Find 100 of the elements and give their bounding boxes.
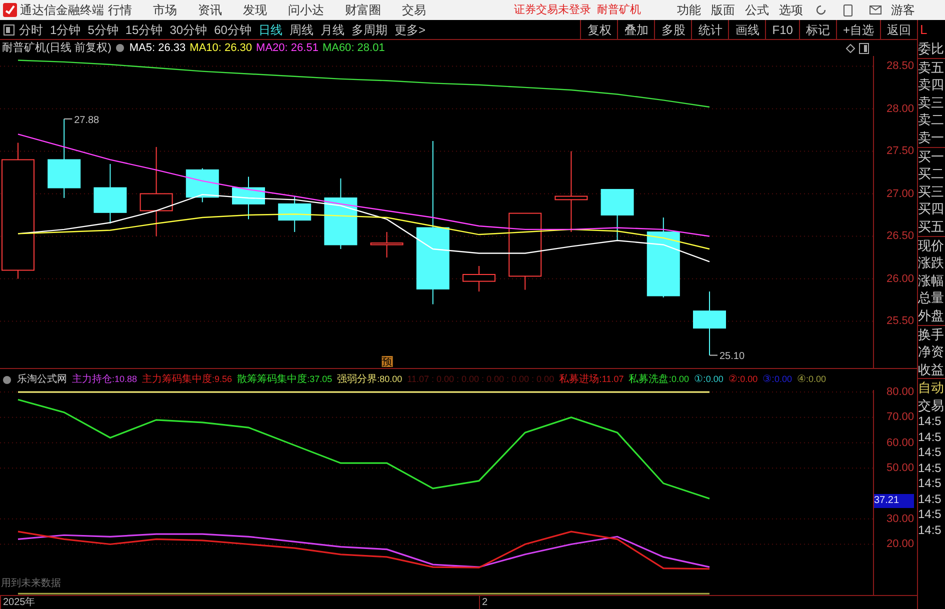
candlestick [186, 168, 219, 203]
mail-icon[interactable] [869, 5, 882, 15]
toolbar-button[interactable]: 叠加 [617, 20, 654, 39]
period-tab[interactable]: 15分钟 [125, 20, 163, 38]
quote-label: 涨跌 [918, 254, 945, 272]
period-tab[interactable]: 日线 [258, 20, 282, 38]
toolbar-button[interactable]: F10 [765, 20, 799, 39]
auto-label: 自动 [918, 379, 945, 397]
menu-item[interactable]: 交易 [402, 1, 426, 19]
axis-label: 27.00 [886, 188, 914, 200]
candlestick [462, 265, 496, 292]
app-logo-icon [3, 3, 17, 17]
menu-item[interactable]: 问小达 [288, 1, 324, 19]
period-tab[interactable]: 1分钟 [50, 20, 81, 38]
panel-header: L [919, 21, 928, 39]
quote-label: 卖一 [918, 128, 945, 147]
axis-label: 60.00 [886, 436, 914, 449]
quote-label: 卖四 [918, 76, 945, 94]
period-tab[interactable]: 30分钟 [170, 20, 208, 38]
toolbar-button[interactable]: 画线 [728, 20, 766, 39]
axis-label: 30.00 [886, 512, 914, 525]
trade-time: 14:5 [918, 414, 942, 430]
menu-item[interactable]: 行情 [108, 1, 132, 19]
toolbar-button[interactable]: 返回 [880, 20, 917, 39]
chart-title: 耐普矿机(日线 前复权) [2, 40, 112, 56]
legend-value: 11.07 [602, 373, 624, 386]
quote-label: 涨幅 [918, 272, 945, 290]
axis-label: 28.50 [886, 60, 914, 72]
menu-item[interactable]: 市场 [153, 1, 177, 19]
trade-time: 14:5 [918, 492, 942, 508]
annotation: 25.10 [720, 351, 745, 362]
period-tab[interactable]: 5分钟 [88, 20, 118, 38]
period-tab[interactable]: 更多> [394, 20, 426, 38]
legend-value: :37.05 [307, 373, 332, 386]
time-axis-label: 2025年 [0, 596, 36, 609]
ma-legend-label: MA60 [322, 40, 352, 56]
ma-legend-value: : 26.33 [152, 40, 186, 56]
indicator-title: 乐淘公式网 [17, 372, 67, 387]
quote-label: 买二 [918, 165, 945, 183]
period-tab[interactable]: 分时 [19, 20, 43, 38]
login-status: 证券交易未登录 [514, 2, 591, 18]
trade-time: 14:5 [918, 476, 942, 492]
trade-time: 14:5 [918, 522, 942, 538]
price-annotation: 27.88 [64, 114, 100, 126]
menu-item[interactable]: 功能 [677, 1, 701, 19]
menu-item[interactable]: 公式 [745, 1, 769, 19]
legend-label: ①: [694, 373, 706, 387]
quote-label: 收益 [918, 360, 945, 378]
period-tab[interactable]: 周线 [289, 20, 314, 38]
warning-note: 用到未来数据 [1, 578, 61, 589]
toolbar-button[interactable]: +自选 [836, 20, 880, 39]
axis-label: 20.00 [886, 538, 914, 550]
menu-item[interactable]: 选项 [779, 1, 803, 19]
axis-label: 26.50 [886, 230, 914, 242]
legend-value: 0.00 [740, 373, 758, 386]
legend-value: 0.00 [706, 373, 724, 386]
legend-label: ③: [762, 373, 774, 387]
candlestick [370, 231, 404, 258]
candlestick [94, 163, 127, 224]
candlestick [324, 178, 358, 250]
diamond-icon[interactable] [846, 44, 855, 52]
quote-label: 买一 [918, 148, 945, 166]
trade-time: 14:5 [918, 445, 942, 461]
period-tab[interactable]: 月线 [320, 20, 344, 38]
user-label[interactable]: 游客 [891, 1, 915, 19]
toolbar-button[interactable]: 统计 [691, 20, 728, 39]
toolbar-button[interactable]: 多股 [654, 20, 692, 39]
quote-label: 外盘 [918, 306, 945, 324]
stock-name: 耐普矿机 [597, 2, 641, 18]
period-tab[interactable]: 60分钟 [214, 20, 252, 38]
refresh-icon[interactable] [815, 4, 827, 16]
quote-label: 卖五 [918, 58, 945, 76]
menu-item[interactable]: 版面 [711, 1, 735, 19]
menu-item[interactable]: 财富圈 [345, 1, 381, 19]
legend-label: 私募洗盘: [628, 372, 672, 387]
legend-label: 主力持仓 [72, 372, 112, 387]
trade-time: 14:5 [918, 460, 942, 476]
axis-label: 50.00 [886, 462, 914, 474]
ma-legend-value: : 26.51 [284, 40, 318, 56]
toolbar-button[interactable]: 复权 [580, 20, 618, 39]
toolbar-button[interactable]: 标记 [798, 20, 836, 39]
quote-label: 总量 [918, 289, 945, 307]
time-axis-label: 2 [479, 596, 488, 609]
quote-label: 卖二 [918, 111, 945, 129]
quote-label: 现价 [918, 236, 945, 254]
panel-toggle-icon[interactable] [3, 24, 15, 36]
legend-value: 11.07 : 0.00 : 0.00 : 0.00 : 0.00 : 0.00 [407, 372, 554, 386]
legend-value: :80.00 [377, 373, 402, 386]
candlestick [278, 196, 312, 232]
ma-legend-value: : 26.30 [218, 40, 252, 56]
legend-label: ②: [728, 373, 740, 387]
axis-label: 26.00 [886, 272, 914, 285]
panel-toggle-icon[interactable] [859, 42, 869, 54]
menu-item[interactable]: 资讯 [198, 1, 222, 19]
menu-item[interactable]: 发现 [243, 1, 267, 19]
legend-value: 0.00 [774, 373, 792, 386]
trade-time: 14:5 [918, 430, 942, 446]
annotation: 27.88 [74, 114, 100, 126]
legend-value: :10.88 [112, 373, 138, 386]
period-tab[interactable]: 多周期 [351, 20, 388, 38]
